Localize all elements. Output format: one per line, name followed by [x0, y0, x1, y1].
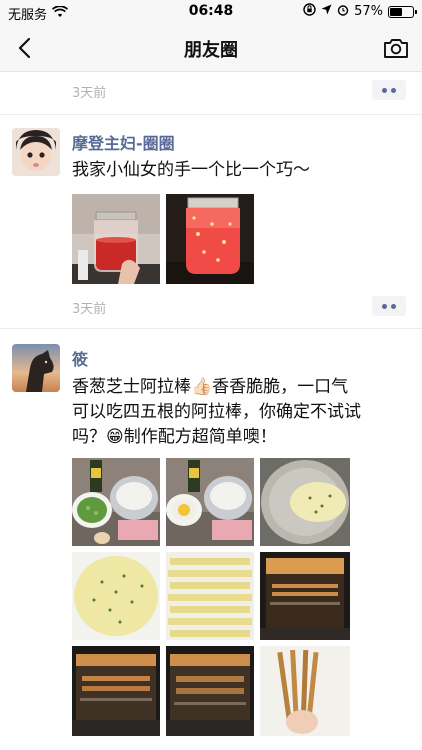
post-time: 3天前	[72, 86, 107, 101]
camera-button[interactable]	[382, 34, 410, 62]
post-time: 3天前	[72, 302, 107, 317]
post-image[interactable]	[166, 458, 254, 546]
post-image[interactable]	[72, 458, 160, 546]
status-right: 57%	[303, 3, 417, 20]
camera-icon	[384, 39, 408, 58]
post-text-line: 香葱芝士阿拉棒👍🏻香香脆脆，一口气	[72, 377, 349, 397]
post-text: 我家小仙女的手一个比一个巧～	[72, 160, 310, 180]
page-title: 朋友圈	[184, 40, 238, 61]
post-author[interactable]: 摩登主妇-圈圈	[72, 130, 175, 154]
more-options-button[interactable]	[372, 296, 406, 316]
post-image[interactable]	[260, 458, 350, 546]
post-divider	[0, 328, 422, 329]
alarm-icon	[337, 4, 349, 20]
avatar[interactable]	[12, 344, 60, 392]
status-bar: 无服务 06:48 57%	[0, 0, 422, 24]
post-image[interactable]	[72, 646, 160, 736]
post-image[interactable]	[166, 194, 254, 284]
post-text-line: 可以吃四五根的阿拉棒，你确定不试试	[72, 402, 361, 422]
post-divider	[0, 114, 422, 115]
rotation-lock-icon	[303, 3, 316, 20]
post-author[interactable]: 筱	[72, 346, 88, 370]
more-options-button[interactable]	[372, 80, 406, 100]
post-text-line: 吗？😁制作配方超简单噢！	[72, 427, 277, 447]
post-image[interactable]	[72, 552, 160, 640]
location-icon	[321, 4, 332, 19]
battery-fill	[390, 7, 402, 16]
nav-bar: 朋友圈	[0, 24, 422, 72]
battery-percent: 57%	[354, 4, 383, 19]
post-image[interactable]	[260, 552, 350, 640]
post-image[interactable]	[72, 194, 160, 284]
post-image[interactable]	[260, 646, 350, 736]
post-image[interactable]	[166, 646, 254, 736]
avatar[interactable]	[12, 128, 60, 176]
battery-icon	[388, 5, 417, 18]
post-image[interactable]	[166, 552, 254, 640]
